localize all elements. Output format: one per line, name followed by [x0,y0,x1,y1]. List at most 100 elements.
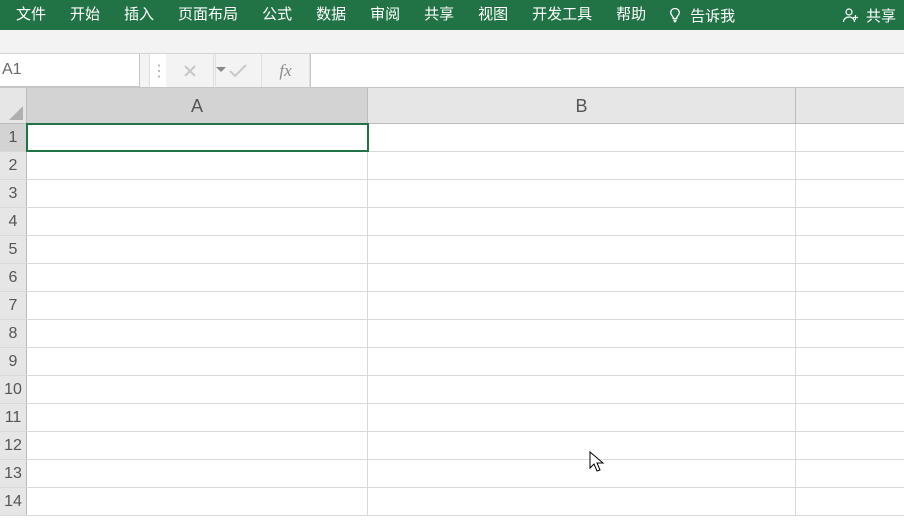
cell[interactable] [368,348,796,375]
cell[interactable] [368,320,796,347]
cell[interactable] [796,348,904,375]
tell-me-button[interactable]: 告诉我 [666,5,735,26]
cell[interactable] [27,292,368,319]
cell[interactable] [368,292,796,319]
grid-row: 11 [0,404,904,432]
check-icon [228,64,248,78]
cell[interactable] [27,208,368,235]
cell[interactable] [27,404,368,431]
column-header-next[interactable] [796,88,904,123]
cell[interactable] [27,264,368,291]
cell[interactable] [368,376,796,403]
tab-file[interactable]: 文件 [4,0,58,30]
row-header-4[interactable]: 4 [0,208,27,235]
row-header-13[interactable]: 13 [0,460,27,487]
cell[interactable] [796,404,904,431]
formula-input[interactable] [310,54,904,87]
cell[interactable] [796,432,904,459]
cell[interactable] [368,432,796,459]
row-header-14[interactable]: 14 [0,488,27,515]
grid-row: 13 [0,460,904,488]
grid-row: 4 [0,208,904,236]
row-header-6[interactable]: 6 [0,264,27,291]
cell[interactable] [27,376,368,403]
grid-row: 14 [0,488,904,516]
cell[interactable] [368,180,796,207]
cell[interactable] [796,152,904,179]
name-box-input[interactable] [0,61,215,79]
cell[interactable] [27,432,368,459]
ribbon-share-group: 共享 [842,5,900,26]
column-header-a[interactable]: A [27,88,368,123]
row-header-2[interactable]: 2 [0,152,27,179]
tab-help[interactable]: 帮助 [604,0,658,30]
grid-row: 9 [0,348,904,376]
tab-home[interactable]: 开始 [58,0,112,30]
tab-review[interactable]: 审阅 [358,0,412,30]
row-header-12[interactable]: 12 [0,432,27,459]
cell[interactable] [27,488,368,515]
cell[interactable] [368,404,796,431]
cell[interactable] [796,460,904,487]
insert-function-button[interactable]: fx [262,54,310,87]
name-box-dropdown[interactable] [215,54,226,86]
ribbon-right: 告诉我 [666,5,739,26]
tab-view[interactable]: 视图 [466,0,520,30]
tab-share[interactable]: 共享 [412,0,466,30]
formula-bar: ⋮ fx [0,54,904,88]
cell[interactable] [368,460,796,487]
cell[interactable] [27,236,368,263]
select-all-corner[interactable] [0,88,27,123]
cell[interactable] [796,124,904,151]
spreadsheet-grid: A B 1234567891011121314 [0,88,904,516]
tab-insert[interactable]: 插入 [112,0,166,30]
ribbon-tabs: 文件 开始 插入 页面布局 公式 数据 审阅 共享 视图 开发工具 帮助 [4,0,658,30]
row-header-11[interactable]: 11 [0,404,27,431]
row-header-7[interactable]: 7 [0,292,27,319]
cell[interactable] [368,488,796,515]
share-label: 共享 [866,5,896,26]
cell[interactable] [796,180,904,207]
cell[interactable] [796,292,904,319]
cell[interactable] [368,152,796,179]
cell[interactable] [796,236,904,263]
cell[interactable] [796,208,904,235]
grid-row: 5 [0,236,904,264]
cell[interactable] [27,460,368,487]
cell[interactable] [27,180,368,207]
tab-developer[interactable]: 开发工具 [520,0,604,30]
row-header-10[interactable]: 10 [0,376,27,403]
cell[interactable] [796,488,904,515]
name-box-container [0,54,140,87]
row-header-3[interactable]: 3 [0,180,27,207]
grid-row: 10 [0,376,904,404]
grid-row: 8 [0,320,904,348]
cell[interactable] [796,264,904,291]
share-button[interactable]: 共享 [842,5,896,26]
grid-row: 12 [0,432,904,460]
cell[interactable] [27,348,368,375]
cell[interactable] [368,264,796,291]
cell[interactable] [27,320,368,347]
row-header-8[interactable]: 8 [0,320,27,347]
cell[interactable] [27,152,368,179]
lightbulb-icon [666,6,684,24]
tell-me-label: 告诉我 [690,5,735,26]
cell[interactable] [368,208,796,235]
column-header-b[interactable]: B [368,88,796,123]
grid-row: 2 [0,152,904,180]
row-header-1[interactable]: 1 [0,124,27,151]
cell[interactable] [368,124,796,151]
cell[interactable] [368,236,796,263]
tab-data[interactable]: 数据 [304,0,358,30]
row-header-5[interactable]: 5 [0,236,27,263]
person-add-icon [842,6,860,24]
tab-formulas[interactable]: 公式 [250,0,304,30]
row-header-9[interactable]: 9 [0,348,27,375]
cell[interactable] [796,376,904,403]
grid-row: 3 [0,180,904,208]
cell[interactable] [27,124,368,151]
tab-page-layout[interactable]: 页面布局 [166,0,250,30]
ribbon-menu: 文件 开始 插入 页面布局 公式 数据 审阅 共享 视图 开发工具 帮助 告诉我 [0,0,904,30]
cell[interactable] [796,320,904,347]
